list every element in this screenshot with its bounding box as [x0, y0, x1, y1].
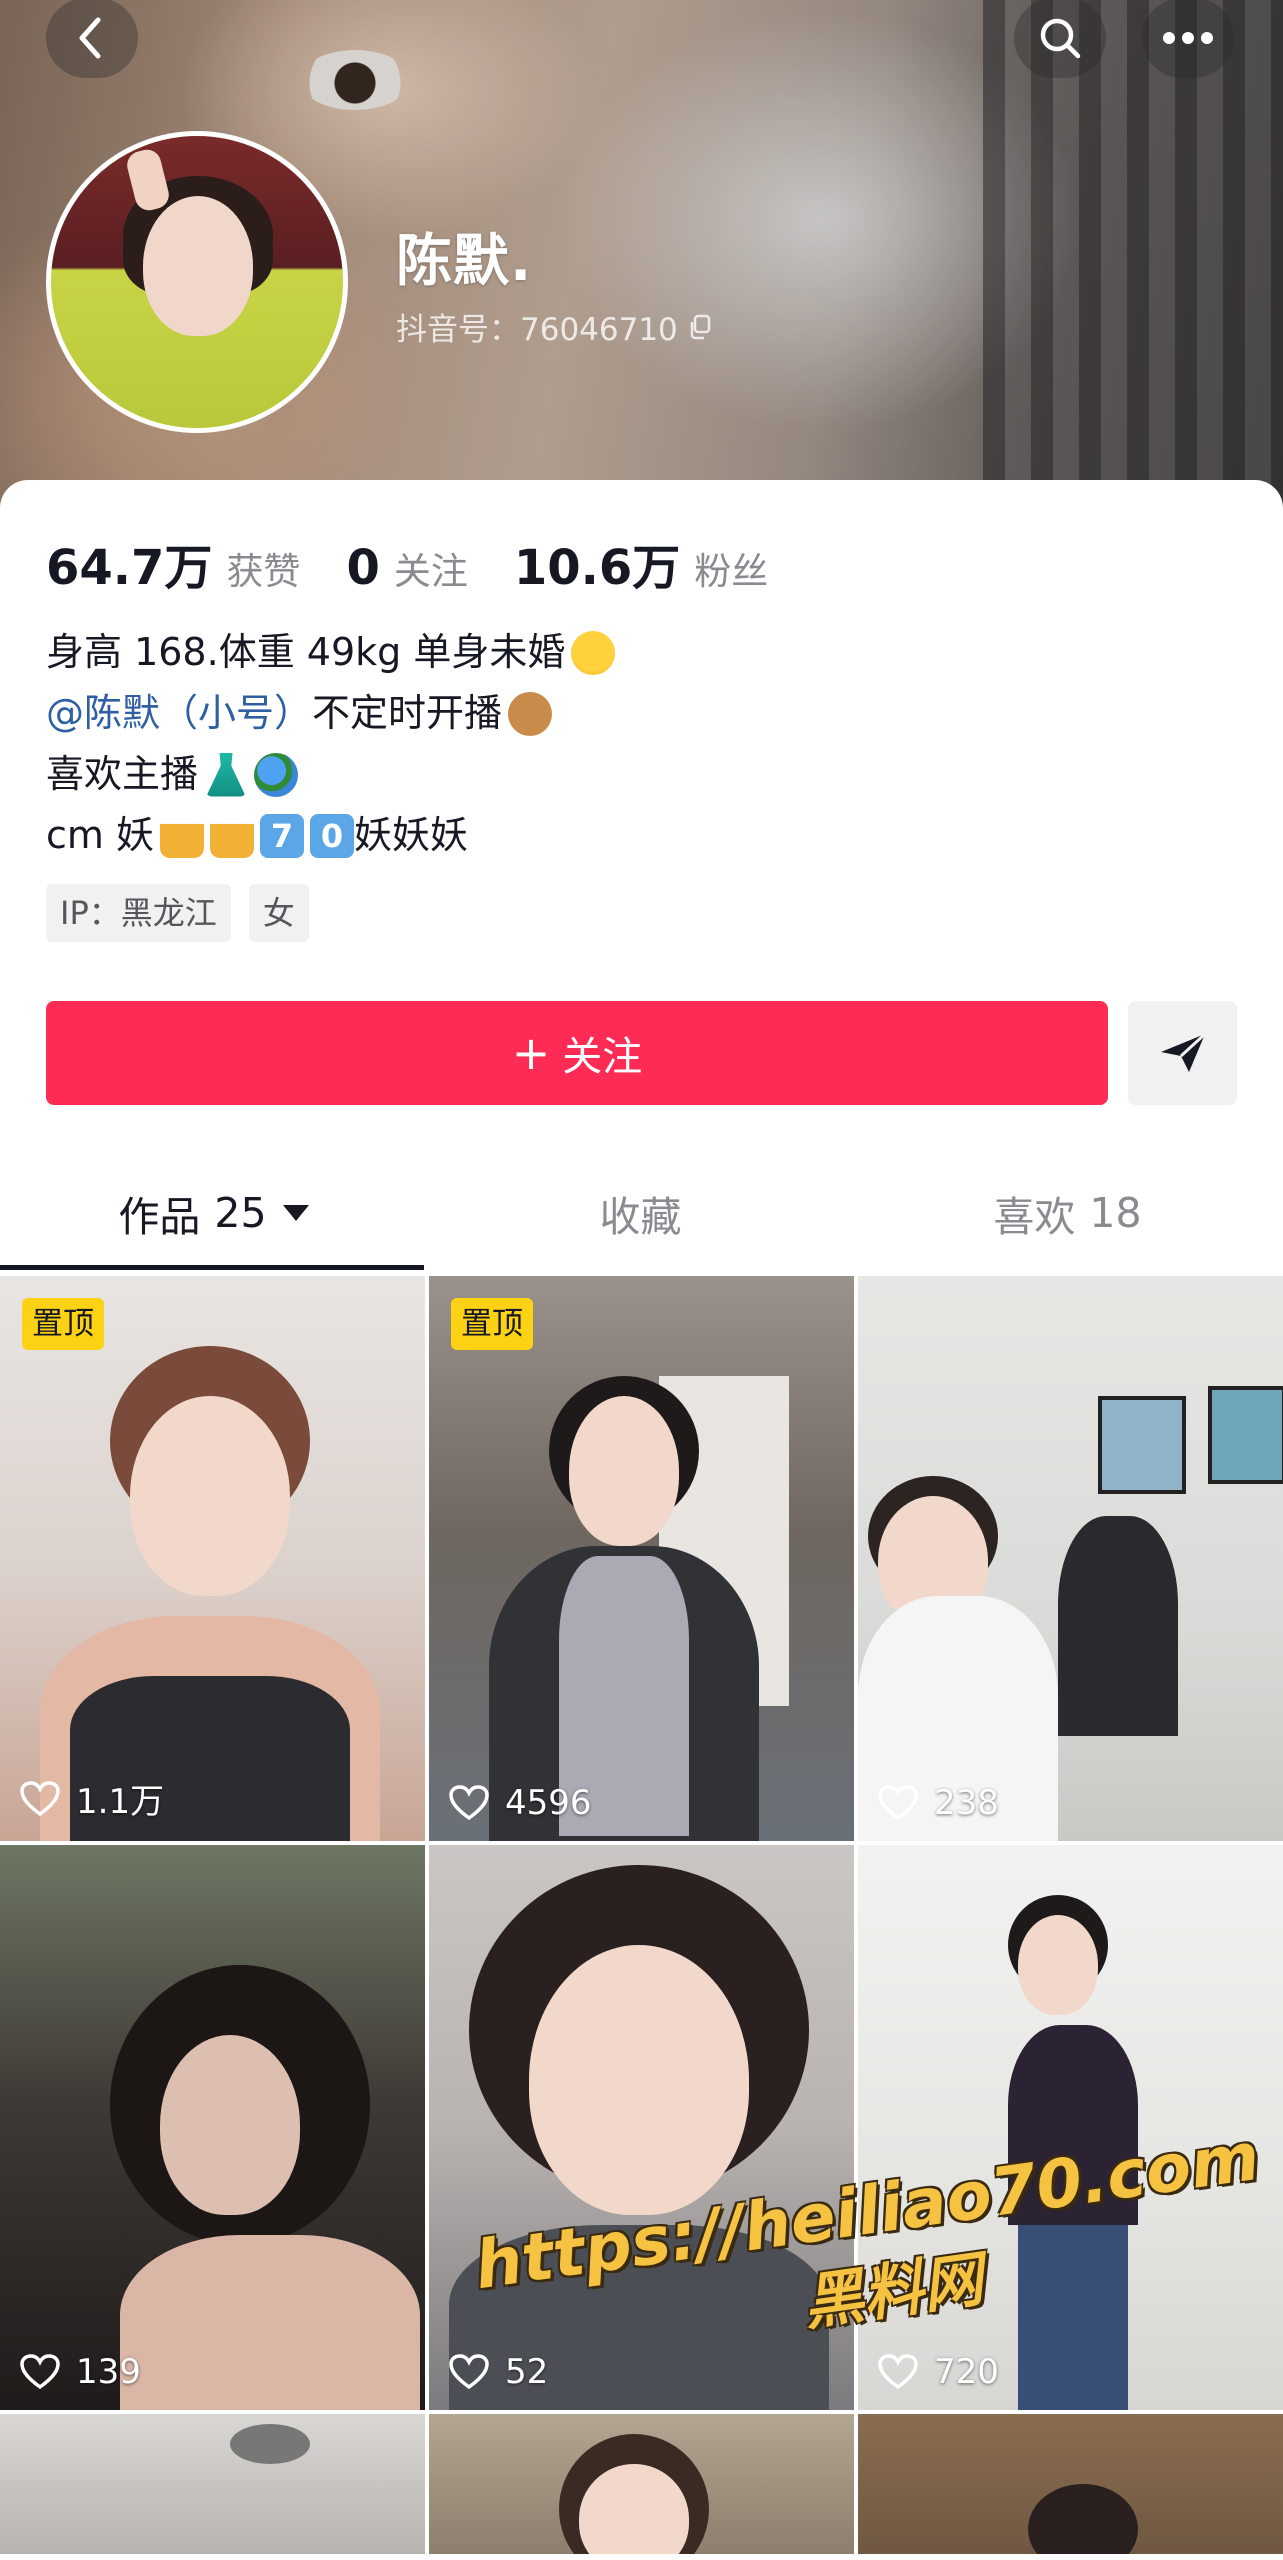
- keycap-zero-icon: 0: [310, 813, 354, 858]
- video-thumbnail[interactable]: 238: [858, 1276, 1283, 1841]
- tab-label: 收藏: [599, 1193, 682, 1241]
- like-count-value: 139: [76, 2352, 141, 2392]
- more-button[interactable]: [1142, 0, 1234, 78]
- video-thumbnail[interactable]: 139: [0, 1845, 425, 2410]
- copy-icon[interactable]: [688, 314, 712, 340]
- tab-label: 喜欢: [993, 1193, 1076, 1241]
- like-count: 720: [878, 2352, 999, 2392]
- more-horizontal-icon: [1163, 32, 1213, 44]
- mention-link[interactable]: @陈默（小号）: [46, 683, 312, 744]
- like-count: 1.1万: [20, 1774, 164, 1823]
- video-thumbnail[interactable]: [429, 2414, 854, 2554]
- bio-text: 不定时开播: [312, 691, 503, 735]
- heart-icon: [20, 1780, 60, 1816]
- douyin-id-text: 抖音号：76046710: [396, 312, 678, 348]
- teddy-bear-icon: [508, 691, 553, 736]
- stat-following[interactable]: 0 关注: [346, 540, 467, 596]
- upside-down-smile-icon: [571, 630, 616, 675]
- globe-icon: [254, 752, 299, 797]
- stats-row: 64.7万 获赞 0 关注 10.6万 粉丝: [46, 528, 814, 598]
- bio: 身高 168.体重 49kg 单身未婚 @陈默（小号） 不定时开播 喜欢主播 c…: [46, 622, 616, 866]
- follow-label: 关注: [562, 1034, 643, 1080]
- bio-text: 喜欢主播: [46, 752, 199, 796]
- stat-likes[interactable]: 64.7万 获赞: [46, 528, 300, 598]
- bio-text: cm 妖: [46, 813, 154, 857]
- bio-line: 喜欢主播: [46, 744, 615, 805]
- tab-label: 作品: [118, 1193, 201, 1241]
- beer-mug-icon: [210, 813, 254, 858]
- heart-icon: [449, 2354, 489, 2390]
- like-count-value: 720: [934, 2352, 999, 2392]
- stat-label: 获赞: [226, 550, 301, 593]
- stat-value: 10.6万: [513, 540, 681, 596]
- bio-line: 身高 168.体重 49kg 单身未婚: [46, 622, 616, 683]
- bio-text: 妖妖妖: [354, 813, 469, 857]
- ip-location-tag: IP：黑龙江: [46, 884, 231, 942]
- caret-down-icon[interactable]: [282, 1205, 309, 1221]
- tab-works[interactable]: 作品 25: [0, 1156, 427, 1270]
- gender-tag: 女: [248, 884, 309, 942]
- pinned-badge: 置顶: [451, 1298, 533, 1350]
- profile-tags: IP：黑龙江 女: [46, 884, 309, 942]
- heart-icon: [878, 1785, 918, 1821]
- pinned-badge: 置顶: [22, 1298, 104, 1350]
- send-icon: [1160, 1032, 1206, 1072]
- tab-favorites[interactable]: 收藏: [427, 1156, 854, 1270]
- stat-label: 粉丝: [694, 550, 769, 593]
- tab-count: 25: [214, 1189, 267, 1237]
- active-tab-indicator: [0, 1265, 424, 1270]
- bio-line: @陈默（小号） 不定时开播: [46, 683, 615, 744]
- back-button[interactable]: [46, 0, 138, 78]
- heart-icon: [449, 1785, 489, 1821]
- douyin-id[interactable]: 抖音号：76046710: [396, 304, 712, 349]
- video-thumbnail[interactable]: 置顶 1.1万: [0, 1276, 425, 1841]
- search-button[interactable]: [1014, 0, 1106, 78]
- like-count: 238: [878, 1783, 999, 1823]
- message-button[interactable]: [1128, 1001, 1237, 1105]
- like-count-value: 4596: [505, 1783, 592, 1823]
- like-count: 139: [20, 2352, 141, 2392]
- dress-icon: [206, 752, 246, 797]
- video-thumbnail[interactable]: [858, 2414, 1283, 2554]
- video-thumbnail[interactable]: [0, 2414, 425, 2554]
- keycap-seven-icon: 7: [260, 813, 304, 858]
- like-count: 4596: [449, 1783, 592, 1823]
- plus-icon: +: [511, 1026, 551, 1080]
- like-count-value: 1.1万: [76, 1782, 165, 1822]
- stat-value: 0: [346, 540, 380, 596]
- stat-value: 64.7万: [46, 540, 213, 596]
- stat-followers[interactable]: 10.6万 粉丝: [514, 528, 768, 598]
- bio-line: cm 妖 7 0 妖妖妖: [46, 805, 615, 866]
- follow-button[interactable]: + 关注: [46, 1001, 1108, 1105]
- search-icon: [1040, 18, 1081, 59]
- bio-text: 身高 168.体重 49kg 单身未婚: [46, 630, 566, 674]
- beer-mug-icon: [160, 813, 204, 858]
- content-tabs: 作品 25 收藏 喜欢 18: [0, 1156, 1283, 1270]
- tab-likes[interactable]: 喜欢 18: [854, 1156, 1281, 1270]
- stat-label: 关注: [393, 550, 468, 593]
- like-count-value: 238: [934, 1783, 999, 1823]
- video-thumbnail[interactable]: 置顶 4596: [429, 1276, 854, 1841]
- profile-name: 陈默.: [396, 229, 533, 294]
- avatar[interactable]: [46, 131, 348, 433]
- heart-icon: [878, 2354, 918, 2390]
- chevron-left-icon: [79, 17, 101, 59]
- tab-count: 18: [1089, 1189, 1142, 1237]
- heart-icon: [20, 2354, 60, 2390]
